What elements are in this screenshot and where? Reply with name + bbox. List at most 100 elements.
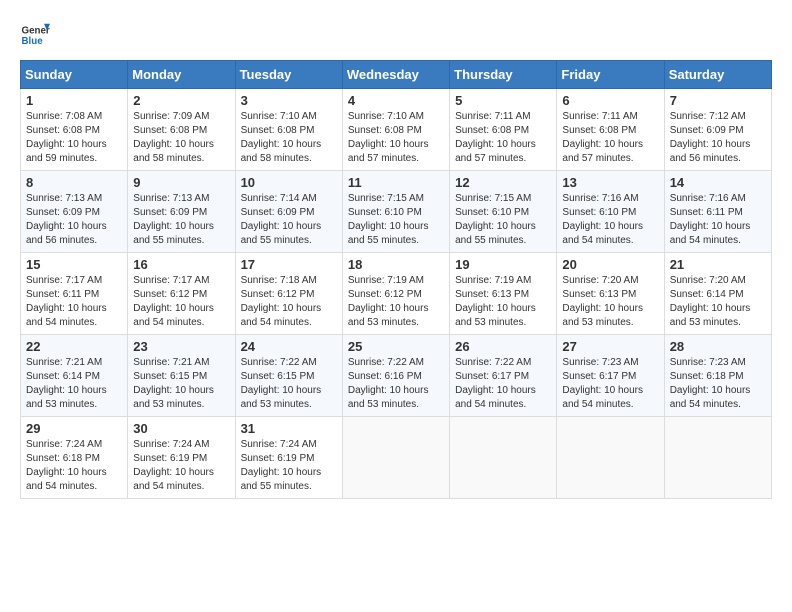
calendar-cell	[342, 417, 449, 499]
day-number: 29	[26, 421, 122, 436]
cell-daylight: Daylight: 10 hours and 54 minutes.	[133, 467, 214, 492]
day-number: 27	[562, 339, 658, 354]
day-number: 31	[241, 421, 337, 436]
cell-sunrise: Sunrise: 7:21 AM	[26, 357, 102, 368]
day-number: 13	[562, 175, 658, 190]
weekday-header-sunday: Sunday	[21, 61, 128, 89]
day-number: 1	[26, 93, 122, 108]
cell-sunrise: Sunrise: 7:11 AM	[455, 111, 530, 122]
cell-sunrise: Sunrise: 7:10 AM	[348, 111, 424, 122]
cell-sunrise: Sunrise: 7:24 AM	[241, 439, 317, 450]
day-number: 10	[241, 175, 337, 190]
calendar-cell: 30 Sunrise: 7:24 AM Sunset: 6:19 PM Dayl…	[128, 417, 235, 499]
calendar-cell: 27 Sunrise: 7:23 AM Sunset: 6:17 PM Dayl…	[557, 335, 664, 417]
cell-sunset: Sunset: 6:15 PM	[241, 371, 315, 382]
calendar-cell: 13 Sunrise: 7:16 AM Sunset: 6:10 PM Dayl…	[557, 171, 664, 253]
cell-sunrise: Sunrise: 7:19 AM	[348, 275, 424, 286]
cell-sunset: Sunset: 6:19 PM	[241, 453, 315, 464]
cell-daylight: Daylight: 10 hours and 54 minutes.	[26, 303, 107, 328]
cell-daylight: Daylight: 10 hours and 54 minutes.	[562, 385, 643, 410]
logo: General Blue	[20, 20, 50, 50]
cell-sunrise: Sunrise: 7:17 AM	[133, 275, 209, 286]
cell-sunset: Sunset: 6:10 PM	[348, 207, 422, 218]
cell-sunrise: Sunrise: 7:23 AM	[670, 357, 746, 368]
day-number: 21	[670, 257, 766, 272]
cell-sunset: Sunset: 6:18 PM	[26, 453, 100, 464]
cell-sunrise: Sunrise: 7:13 AM	[26, 193, 102, 204]
cell-sunset: Sunset: 6:14 PM	[26, 371, 100, 382]
calendar-cell: 23 Sunrise: 7:21 AM Sunset: 6:15 PM Dayl…	[128, 335, 235, 417]
calendar-cell: 20 Sunrise: 7:20 AM Sunset: 6:13 PM Dayl…	[557, 253, 664, 335]
cell-daylight: Daylight: 10 hours and 55 minutes.	[455, 221, 536, 246]
day-number: 23	[133, 339, 229, 354]
cell-sunset: Sunset: 6:08 PM	[455, 125, 529, 136]
day-number: 12	[455, 175, 551, 190]
day-number: 3	[241, 93, 337, 108]
week-row-5: 29 Sunrise: 7:24 AM Sunset: 6:18 PM Dayl…	[21, 417, 772, 499]
cell-daylight: Daylight: 10 hours and 53 minutes.	[455, 303, 536, 328]
cell-daylight: Daylight: 10 hours and 55 minutes.	[241, 467, 322, 492]
calendar-cell	[450, 417, 557, 499]
cell-sunset: Sunset: 6:12 PM	[348, 289, 422, 300]
day-number: 26	[455, 339, 551, 354]
calendar-cell: 3 Sunrise: 7:10 AM Sunset: 6:08 PM Dayli…	[235, 89, 342, 171]
cell-daylight: Daylight: 10 hours and 53 minutes.	[348, 385, 429, 410]
cell-daylight: Daylight: 10 hours and 55 minutes.	[241, 221, 322, 246]
cell-sunset: Sunset: 6:11 PM	[26, 289, 99, 300]
cell-sunset: Sunset: 6:10 PM	[455, 207, 529, 218]
cell-sunset: Sunset: 6:10 PM	[562, 207, 636, 218]
day-number: 15	[26, 257, 122, 272]
cell-sunset: Sunset: 6:18 PM	[670, 371, 744, 382]
cell-daylight: Daylight: 10 hours and 54 minutes.	[670, 221, 751, 246]
cell-sunrise: Sunrise: 7:18 AM	[241, 275, 317, 286]
cell-sunrise: Sunrise: 7:14 AM	[241, 193, 317, 204]
cell-sunrise: Sunrise: 7:24 AM	[26, 439, 102, 450]
cell-sunset: Sunset: 6:12 PM	[133, 289, 207, 300]
cell-daylight: Daylight: 10 hours and 53 minutes.	[241, 385, 322, 410]
calendar-cell: 26 Sunrise: 7:22 AM Sunset: 6:17 PM Dayl…	[450, 335, 557, 417]
cell-sunset: Sunset: 6:13 PM	[562, 289, 636, 300]
cell-sunset: Sunset: 6:19 PM	[133, 453, 207, 464]
page-header: General Blue	[20, 20, 772, 50]
calendar-cell: 18 Sunrise: 7:19 AM Sunset: 6:12 PM Dayl…	[342, 253, 449, 335]
calendar-table: SundayMondayTuesdayWednesdayThursdayFrid…	[20, 60, 772, 499]
cell-sunrise: Sunrise: 7:08 AM	[26, 111, 102, 122]
cell-sunset: Sunset: 6:17 PM	[562, 371, 636, 382]
cell-sunrise: Sunrise: 7:20 AM	[562, 275, 638, 286]
logo-icon: General Blue	[20, 20, 50, 50]
calendar-cell: 14 Sunrise: 7:16 AM Sunset: 6:11 PM Dayl…	[664, 171, 771, 253]
cell-sunset: Sunset: 6:09 PM	[26, 207, 100, 218]
cell-sunrise: Sunrise: 7:12 AM	[670, 111, 746, 122]
calendar-cell: 10 Sunrise: 7:14 AM Sunset: 6:09 PM Dayl…	[235, 171, 342, 253]
cell-sunset: Sunset: 6:16 PM	[348, 371, 422, 382]
weekday-header-friday: Friday	[557, 61, 664, 89]
cell-sunrise: Sunrise: 7:21 AM	[133, 357, 209, 368]
day-number: 7	[670, 93, 766, 108]
cell-daylight: Daylight: 10 hours and 54 minutes.	[26, 467, 107, 492]
cell-sunrise: Sunrise: 7:15 AM	[455, 193, 531, 204]
day-number: 5	[455, 93, 551, 108]
cell-sunrise: Sunrise: 7:13 AM	[133, 193, 209, 204]
calendar-cell	[664, 417, 771, 499]
calendar-cell: 5 Sunrise: 7:11 AM Sunset: 6:08 PM Dayli…	[450, 89, 557, 171]
day-number: 28	[670, 339, 766, 354]
cell-daylight: Daylight: 10 hours and 53 minutes.	[348, 303, 429, 328]
cell-daylight: Daylight: 10 hours and 57 minutes.	[562, 139, 643, 164]
calendar-cell: 2 Sunrise: 7:09 AM Sunset: 6:08 PM Dayli…	[128, 89, 235, 171]
cell-sunrise: Sunrise: 7:22 AM	[455, 357, 531, 368]
day-number: 18	[348, 257, 444, 272]
calendar-cell: 19 Sunrise: 7:19 AM Sunset: 6:13 PM Dayl…	[450, 253, 557, 335]
week-row-2: 8 Sunrise: 7:13 AM Sunset: 6:09 PM Dayli…	[21, 171, 772, 253]
cell-daylight: Daylight: 10 hours and 54 minutes.	[133, 303, 214, 328]
cell-sunrise: Sunrise: 7:17 AM	[26, 275, 102, 286]
day-number: 14	[670, 175, 766, 190]
cell-daylight: Daylight: 10 hours and 54 minutes.	[241, 303, 322, 328]
calendar-cell: 12 Sunrise: 7:15 AM Sunset: 6:10 PM Dayl…	[450, 171, 557, 253]
cell-sunset: Sunset: 6:12 PM	[241, 289, 315, 300]
day-number: 4	[348, 93, 444, 108]
cell-sunset: Sunset: 6:08 PM	[348, 125, 422, 136]
day-number: 20	[562, 257, 658, 272]
cell-sunrise: Sunrise: 7:16 AM	[562, 193, 638, 204]
cell-daylight: Daylight: 10 hours and 54 minutes.	[562, 221, 643, 246]
week-row-3: 15 Sunrise: 7:17 AM Sunset: 6:11 PM Dayl…	[21, 253, 772, 335]
